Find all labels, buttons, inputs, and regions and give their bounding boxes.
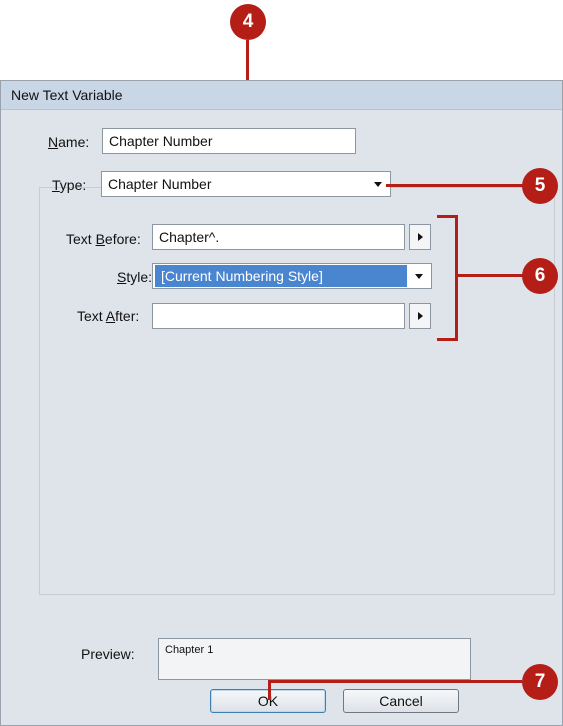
play-arrow-icon — [417, 312, 423, 320]
text-before-field[interactable]: Chapter^. — [152, 224, 405, 250]
text-after-label-end: fter: — [115, 308, 140, 324]
callout-7-line-v — [268, 680, 271, 700]
dialog-title: New Text Variable — [11, 87, 123, 103]
chevron-down-icon — [415, 274, 423, 279]
text-before-label-start: Text — [66, 231, 96, 247]
callout-7: 7 — [522, 664, 558, 700]
text-after-label-start: Text — [77, 308, 106, 324]
name-label-key: N — [48, 134, 59, 150]
style-label-rest: tyle: — [126, 269, 153, 285]
text-before-label: Text Before: — [66, 231, 141, 247]
name-value: Chapter Number — [109, 133, 213, 149]
style-label-key: S — [117, 269, 127, 285]
new-text-variable-dialog: New Text Variable Name: Chapter Number T… — [0, 80, 563, 726]
type-value: Chapter Number — [108, 176, 212, 192]
preview-box: Chapter 1 — [158, 638, 471, 680]
callout-5: 5 — [522, 168, 558, 204]
text-after-insert-button[interactable] — [409, 303, 431, 329]
text-after-label-key: A — [105, 308, 116, 324]
preview-label-text: Preview: — [81, 646, 135, 662]
name-field[interactable]: Chapter Number — [102, 128, 356, 154]
type-label-rest: ype: — [59, 177, 87, 193]
preview-value: Chapter 1 — [165, 644, 214, 656]
chevron-down-icon — [374, 182, 382, 187]
name-label-rest: ame: — [58, 134, 90, 150]
style-value: [Current Numbering Style] — [155, 265, 407, 287]
type-select[interactable]: Chapter Number — [101, 171, 391, 197]
style-select[interactable]: [Current Numbering Style] — [152, 263, 432, 289]
play-arrow-icon — [417, 233, 423, 241]
callout-4: 4 — [230, 4, 266, 40]
text-after-field[interactable] — [152, 303, 405, 329]
callout-6: 6 — [522, 258, 558, 294]
preview-label: Preview: — [81, 646, 135, 662]
cancel-button[interactable]: Cancel — [343, 689, 459, 713]
callout-6-bracket — [437, 215, 458, 341]
type-label: Type: — [52, 177, 86, 193]
callout-6-line — [455, 274, 527, 277]
callout-6-label: 6 — [534, 265, 546, 286]
text-before-value: Chapter^. — [159, 229, 220, 245]
cancel-button-label: Cancel — [379, 693, 423, 709]
style-label: Style: — [117, 269, 152, 285]
callout-4-label: 4 — [242, 11, 254, 32]
text-before-label-end: efore: — [104, 231, 141, 247]
callout-7-line-h — [268, 680, 522, 683]
text-after-label: Text After: — [77, 308, 139, 324]
callout-5-label: 5 — [534, 175, 546, 196]
callout-7-label: 7 — [534, 671, 546, 692]
text-before-insert-button[interactable] — [409, 224, 431, 250]
callout-5-line — [386, 184, 526, 187]
type-label-key: T — [52, 177, 60, 193]
text-before-label-key: B — [95, 231, 105, 247]
dialog-title-bar: New Text Variable — [1, 81, 562, 110]
name-label: Name: — [48, 134, 89, 150]
